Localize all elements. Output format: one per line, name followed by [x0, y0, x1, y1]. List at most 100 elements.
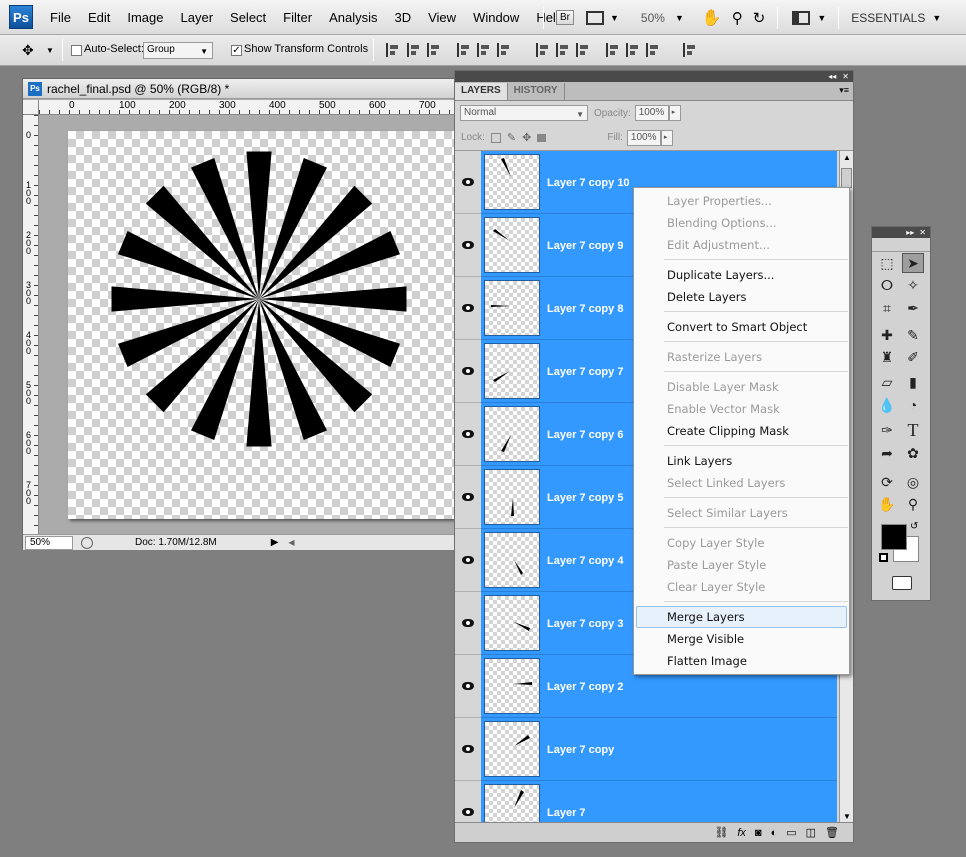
chevron-down-icon[interactable]: ▼ — [46, 46, 54, 55]
default-colors-icon[interactable] — [879, 553, 888, 562]
menu-item-layer-properties[interactable]: Layer Properties... — [667, 192, 772, 210]
scroll-down-icon[interactable]: ▼ — [843, 812, 851, 821]
menu-item-disable-layer-mask[interactable]: Disable Layer Mask — [667, 378, 779, 396]
menu-item-select-similar-layers[interactable]: Select Similar Layers — [667, 504, 788, 522]
3d-orbit-icon[interactable]: ◎ — [902, 472, 924, 492]
screen-mode-icon[interactable] — [586, 10, 604, 25]
hand-icon[interactable]: ✋ — [876, 494, 898, 514]
menu-item-clear-layer-style[interactable]: Clear Layer Style — [667, 578, 765, 596]
panel-menu-icon[interactable]: ▾≡ — [839, 85, 849, 96]
document-tab[interactable]: Ps rachel_final.psd @ 50% (RGB/8) * — [23, 79, 455, 99]
visibility-toggle[interactable] — [455, 529, 481, 592]
tools-grip[interactable] — [872, 238, 930, 252]
magic-wand-icon[interactable]: ✧ — [902, 275, 924, 295]
align-horizontal-centers-icon[interactable] — [477, 43, 491, 57]
align-vertical-centers-icon[interactable] — [407, 43, 421, 57]
arrange-documents-icon[interactable] — [792, 10, 811, 25]
chevron-down-icon[interactable]: ▼ — [675, 13, 684, 23]
3d-rotate-icon[interactable]: ⟳ — [876, 472, 898, 492]
quick-mask-icon[interactable] — [892, 576, 912, 590]
menu-item-paste-layer-style[interactable]: Paste Layer Style — [667, 556, 766, 574]
collapse-icon[interactable]: ◂◂ — [828, 72, 836, 81]
menu-item-link-layers[interactable]: Link Layers — [667, 452, 732, 470]
new-group-icon[interactable]: ▭ — [786, 826, 796, 839]
distribute-left-icon[interactable] — [606, 43, 620, 57]
status-arrow-icon[interactable]: ▶ — [271, 537, 279, 548]
clone-stamp-icon[interactable]: ♜ — [876, 347, 898, 367]
distribute-right-icon[interactable] — [646, 43, 660, 57]
eraser-icon[interactable]: ▱ — [876, 372, 898, 392]
tools-header[interactable]: ▸▸ ✕ — [872, 227, 930, 238]
expand-icon[interactable]: ▸▸ — [906, 228, 914, 237]
chevron-down-icon[interactable]: ▼ — [817, 13, 826, 23]
align-bottom-edges-icon[interactable] — [427, 43, 441, 57]
layer-row[interactable]: Layer 7 copy — [455, 718, 837, 781]
crop-icon[interactable]: ⌗ — [876, 298, 898, 318]
blend-mode-dropdown[interactable]: Normal ▼ — [460, 105, 588, 121]
visibility-toggle[interactable] — [455, 403, 481, 466]
distribute-horizontal-centers-icon[interactable] — [626, 43, 640, 57]
history-brush-icon[interactable]: ✐ — [902, 347, 924, 367]
vertical-ruler[interactable]: 0 1 0 0 2 0 0 3 0 0 4 0 0 5 0 0 6 0 0 7 … — [23, 115, 39, 537]
menu-item-enable-vector-mask[interactable]: Enable Vector Mask — [667, 400, 780, 418]
menu-window[interactable]: Window — [473, 10, 519, 25]
adjustment-layer-icon[interactable]: ◐ — [771, 827, 778, 839]
close-icon[interactable]: ✕ — [919, 228, 926, 237]
visibility-toggle[interactable] — [455, 592, 481, 655]
visibility-toggle[interactable] — [455, 340, 481, 403]
menu-image[interactable]: Image — [127, 10, 163, 25]
zoom-field[interactable]: 50% — [25, 535, 73, 550]
rotate-view-icon[interactable]: ↻ — [753, 9, 766, 27]
visibility-toggle[interactable] — [455, 781, 481, 823]
visibility-toggle[interactable] — [455, 151, 481, 214]
opacity-slider-arrow[interactable]: ▸ — [668, 105, 681, 121]
menu-analysis[interactable]: Analysis — [329, 10, 377, 25]
panel-header[interactable]: ◂◂ ✕ — [455, 71, 853, 82]
bridge-button[interactable]: Br — [556, 10, 574, 25]
path-selection-icon[interactable]: ➦ — [876, 443, 898, 463]
foreground-color-swatch[interactable] — [881, 524, 907, 550]
zoom-level-select[interactable]: 50% — [641, 11, 665, 25]
shape-icon[interactable]: ✿ — [902, 443, 924, 463]
auto-select-target-dropdown[interactable]: Group ▼ — [143, 42, 213, 59]
menu-item-create-clipping-mask[interactable]: Create Clipping Mask — [667, 422, 789, 440]
visibility-toggle[interactable] — [455, 655, 481, 718]
fill-field[interactable]: 100% — [626, 129, 661, 146]
menu-item-blending-options[interactable]: Blending Options... — [667, 214, 777, 232]
healing-brush-icon[interactable]: ✚ — [876, 325, 898, 345]
align-right-edges-icon[interactable] — [497, 43, 511, 57]
distribute-bottom-icon[interactable] — [576, 43, 590, 57]
scroll-up-icon[interactable]: ▲ — [843, 153, 851, 162]
document-canvas[interactable] — [68, 131, 454, 519]
link-layers-icon[interactable]: ⛓ — [714, 826, 728, 839]
brush-icon[interactable]: ✎ — [902, 325, 924, 345]
menu-3d[interactable]: 3D — [394, 10, 411, 25]
menu-item-select-linked-layers[interactable]: Select Linked Layers — [667, 474, 785, 492]
opacity-field[interactable]: 100% — [634, 105, 669, 121]
menu-item-rasterize-layers[interactable]: Rasterize Layers — [667, 348, 762, 366]
menu-filter[interactable]: Filter — [283, 10, 312, 25]
scroll-thumb[interactable] — [841, 168, 852, 188]
blur-icon[interactable]: 💧 — [876, 395, 898, 415]
menu-layer[interactable]: Layer — [181, 10, 214, 25]
menu-item-merge-visible[interactable]: Merge Visible — [667, 630, 744, 648]
align-left-edges-icon[interactable] — [457, 43, 471, 57]
show-transform-checkbox[interactable]: ✓ — [231, 45, 242, 56]
tab-history[interactable]: HISTORY — [508, 83, 565, 100]
new-layer-icon[interactable]: ◫ — [806, 826, 816, 839]
move-icon[interactable]: ➤ — [902, 253, 924, 273]
marquee-icon[interactable]: ⬚ — [876, 253, 898, 273]
gradient-icon[interactable]: ▮ — [902, 372, 924, 392]
distribute-vertical-centers-icon[interactable] — [556, 43, 570, 57]
eyedropper-icon[interactable]: ✒ — [902, 298, 924, 318]
lasso-icon[interactable]: ⵔ — [876, 275, 898, 295]
menu-item-edit-adjustment[interactable]: Edit Adjustment... — [667, 236, 770, 254]
move-tool-preset-icon[interactable]: ✥ — [22, 42, 34, 59]
lock-pixels-icon[interactable]: ✎ — [507, 131, 516, 144]
menu-edit[interactable]: Edit — [88, 10, 110, 25]
lock-transparency-icon[interactable] — [490, 132, 501, 143]
auto-align-layers-icon[interactable] — [683, 43, 697, 57]
lock-all-icon[interactable] — [537, 133, 547, 142]
align-top-edges-icon[interactable] — [386, 43, 400, 57]
hand-tool-icon[interactable]: ✋ — [702, 8, 722, 28]
